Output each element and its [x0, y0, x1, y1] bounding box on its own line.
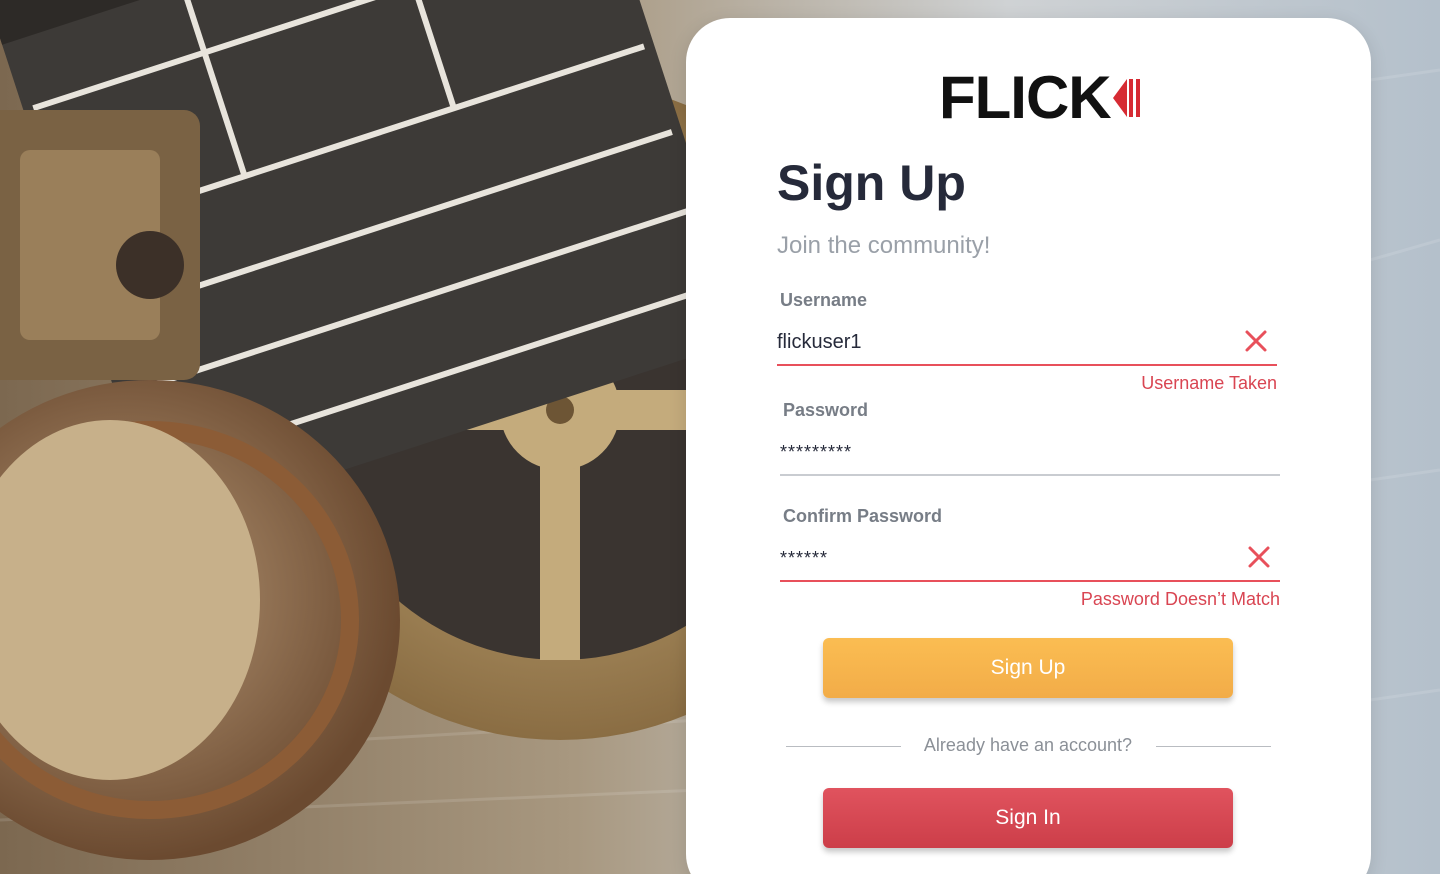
confirm-password-error-message: Password Doesn’t Match	[1080, 589, 1280, 609]
confirm-password-field	[780, 536, 1280, 582]
confirm-password-input[interactable]	[780, 547, 1280, 569]
username-label: Username	[780, 290, 868, 310]
username-field	[777, 320, 1277, 366]
signup-card: FLICK Sign Up Join the community! Userna…	[686, 18, 1371, 874]
confirm-password-clear-icon[interactable]	[1246, 544, 1272, 570]
sign-in-button[interactable]: Sign In	[823, 788, 1233, 848]
username-input[interactable]	[777, 330, 1277, 354]
already-have-account-text: Already have an account?	[923, 735, 1133, 755]
logo-wordmark: FLICK	[939, 64, 1112, 131]
divider-right	[1156, 746, 1271, 747]
sign-up-button[interactable]: Sign Up	[823, 638, 1233, 698]
confirm-password-label: Confirm Password	[783, 506, 943, 526]
flick-logo: FLICK	[939, 68, 1143, 128]
password-field	[780, 430, 1280, 476]
username-clear-icon[interactable]	[1243, 328, 1269, 354]
password-input[interactable]	[780, 441, 1280, 463]
page-subtitle: Join the community!	[777, 232, 991, 259]
logo-flag-icon	[1112, 79, 1140, 117]
password-label: Password	[783, 400, 869, 420]
username-error-message: Username Taken	[1141, 373, 1277, 393]
divider-left	[786, 746, 901, 747]
signup-screen: FLICK Sign Up Join the community! Userna…	[0, 0, 1440, 874]
page-title: Sign Up	[777, 155, 966, 211]
